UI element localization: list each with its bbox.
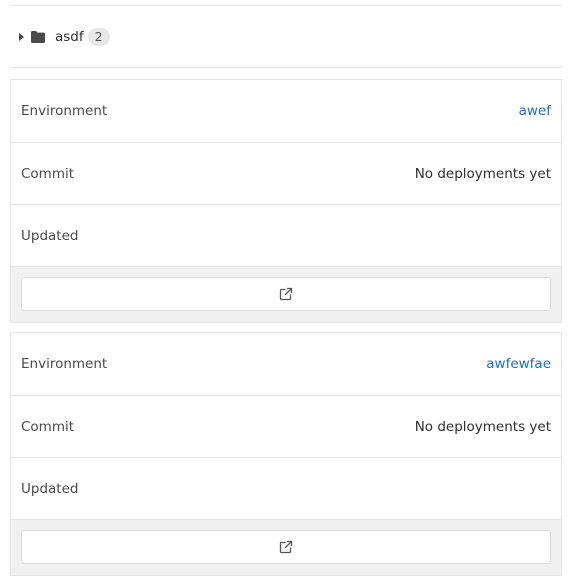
environment-card: Environment awfewfae Commit No deploymen… [10, 332, 562, 576]
environments-page: asdf 2 Environment awef Commit No deploy… [0, 0, 568, 582]
commit-label: Commit [21, 165, 75, 182]
open-environment-button[interactable] [21, 277, 551, 311]
environment-name-link[interactable]: awef [519, 103, 551, 119]
environment-card: Environment awef Commit No deployments y… [10, 79, 562, 323]
external-link-icon [279, 540, 293, 554]
environment-label: Environment [21, 103, 108, 119]
environment-folder-row[interactable]: asdf 2 [10, 6, 562, 68]
open-environment-button[interactable] [21, 530, 551, 564]
commit-value: No deployments yet [414, 418, 551, 435]
card-footer [11, 520, 561, 575]
folder-count-badge: 2 [87, 27, 110, 46]
commit-value: No deployments yet [414, 165, 551, 182]
commit-label: Commit [21, 418, 75, 435]
caret-right-icon[interactable] [19, 33, 24, 41]
environment-label: Environment [21, 356, 108, 372]
updated-row: Updated [11, 458, 561, 520]
commit-row: Commit No deployments yet [11, 143, 561, 205]
updated-label: Updated [21, 480, 79, 497]
updated-label: Updated [21, 227, 79, 244]
external-link-icon [279, 287, 293, 301]
environment-row: Environment awef [11, 80, 561, 143]
folder-name[interactable]: asdf [55, 29, 84, 45]
environment-row: Environment awfewfae [11, 333, 561, 396]
folder-icon [31, 30, 45, 43]
updated-row: Updated [11, 205, 561, 267]
commit-row: Commit No deployments yet [11, 396, 561, 458]
environment-name-link[interactable]: awfewfae [486, 356, 551, 372]
card-footer [11, 267, 561, 322]
